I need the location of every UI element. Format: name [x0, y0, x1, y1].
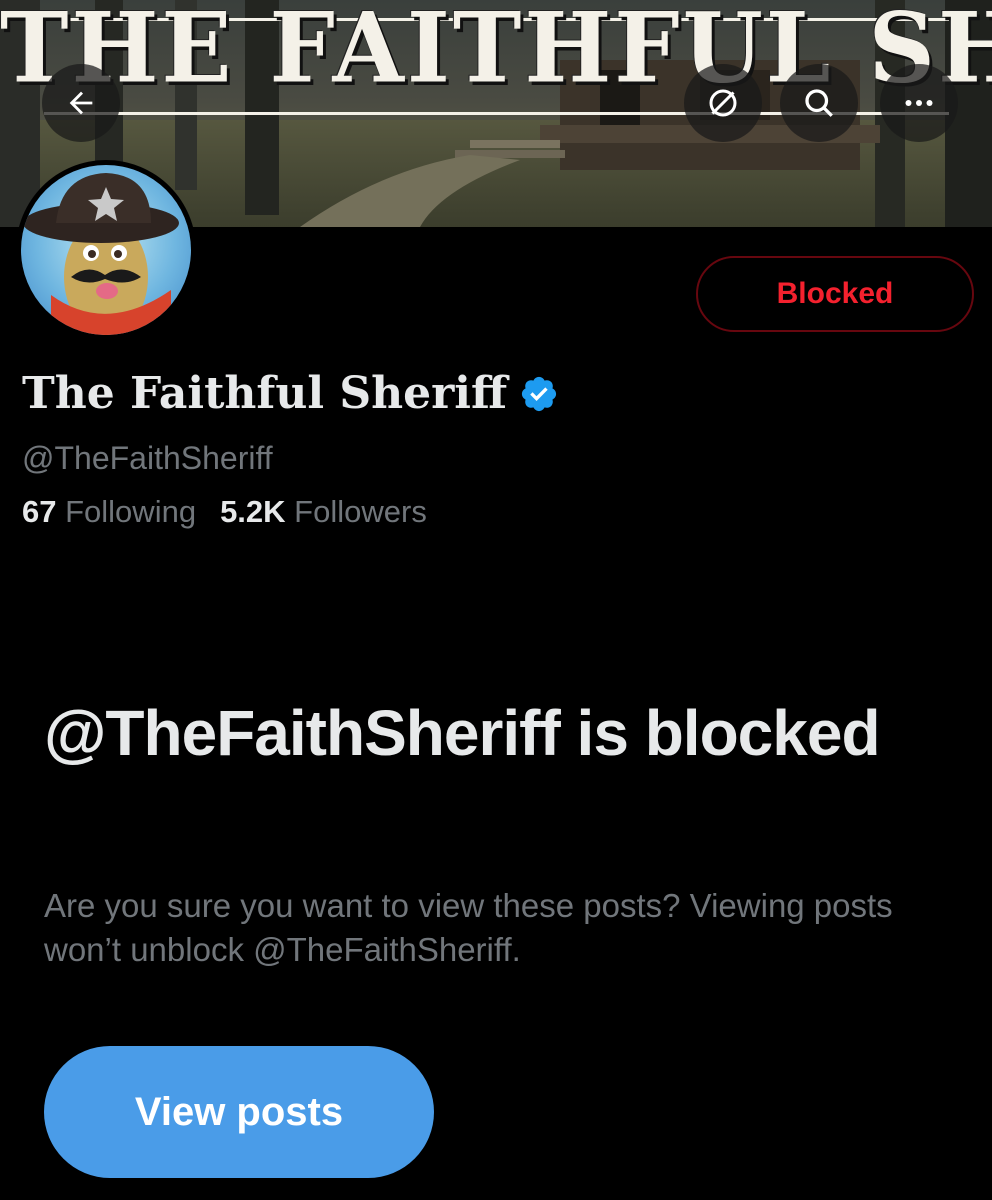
following-label: Following — [65, 494, 197, 529]
profile-handle: @TheFaithSheriff — [22, 440, 273, 476]
search-button[interactable] — [780, 64, 858, 142]
display-name: The Faithful Sheriff — [22, 368, 508, 419]
slashed-circle-icon — [709, 89, 737, 117]
profile-avatar[interactable] — [16, 160, 196, 340]
back-button[interactable] — [42, 64, 120, 142]
following-link[interactable]: 67 Following — [22, 494, 196, 529]
display-name-row: The Faithful Sheriff — [22, 368, 559, 419]
followers-link[interactable]: 5.2K Followers — [220, 494, 427, 529]
blocked-heading: @TheFaithSheriff is blocked — [44, 697, 881, 769]
more-button[interactable] — [880, 64, 958, 142]
followers-label: Followers — [294, 494, 427, 529]
filter-button[interactable] — [684, 64, 762, 142]
view-posts-button[interactable]: View posts — [44, 1046, 434, 1178]
following-count: 67 — [22, 494, 57, 529]
profile-stats: 67 Following 5.2K Followers — [22, 494, 427, 530]
blocked-button[interactable]: Blocked — [696, 256, 974, 332]
blocked-description: Are you sure you want to view these post… — [44, 887, 893, 968]
search-icon — [805, 89, 833, 117]
more-horizontal-icon — [905, 100, 933, 106]
verified-badge-icon[interactable] — [519, 374, 559, 414]
sheriff-peanut-illustration — [23, 173, 179, 335]
followers-count: 5.2K — [220, 494, 286, 529]
avatar-image — [21, 165, 191, 335]
arrow-left-icon — [69, 91, 93, 115]
